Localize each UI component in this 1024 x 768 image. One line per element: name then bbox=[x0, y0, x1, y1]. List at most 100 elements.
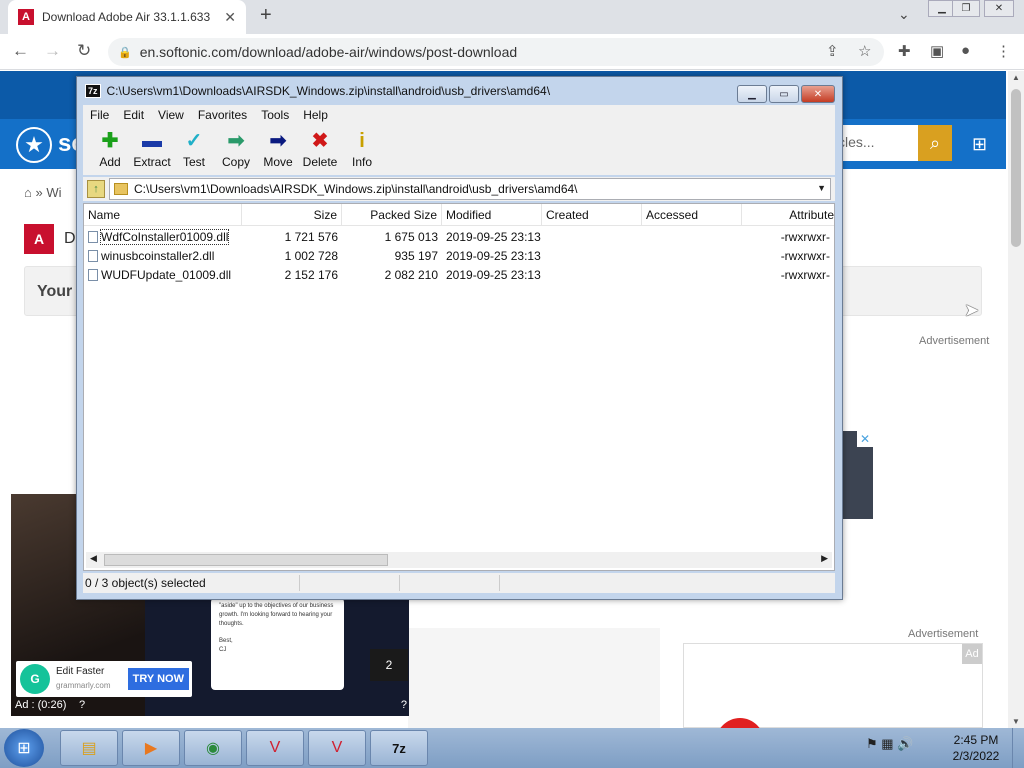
reload-icon[interactable]: ↻ bbox=[77, 41, 91, 61]
menu-tools[interactable]: Tools bbox=[254, 108, 296, 122]
system-tray[interactable]: ⚑ ▦ 🔊 bbox=[866, 736, 913, 752]
col-attribute[interactable]: Attribute bbox=[742, 204, 834, 226]
breadcrumb[interactable]: ⌂ » Wi bbox=[24, 185, 61, 200]
file-size: 2 152 176 bbox=[284, 268, 338, 282]
table-row[interactable]: winusbcoinstaller2.dll 1 002 728 935 197… bbox=[84, 247, 834, 266]
restore-button[interactable]: ❐ bbox=[952, 0, 980, 17]
scroll-down-icon[interactable]: ▼ bbox=[1012, 717, 1020, 726]
page-scrollbar[interactable]: ▲ ▼ bbox=[1008, 71, 1024, 728]
product-title: D bbox=[64, 230, 76, 247]
clock-time: 2:45 PM bbox=[953, 733, 999, 747]
bookmark-star-icon[interactable]: ☆ bbox=[858, 42, 871, 60]
network-icon[interactable]: ▦ bbox=[881, 736, 893, 751]
menu-view[interactable]: View bbox=[151, 108, 191, 122]
horizontal-scrollbar[interactable]: ◀ ▶ bbox=[86, 552, 832, 568]
vivaldi-taskbar-icon-2[interactable]: V bbox=[308, 730, 366, 766]
grammarly-banner[interactable]: G Edit Faster grammarly.com TRY NOW bbox=[16, 661, 192, 697]
add-icon: ✚ bbox=[101, 130, 119, 152]
7zip-address-bar: ↑ C:\Users\vm1\Downloads\AIRSDK_Windows.… bbox=[83, 177, 835, 201]
brand-domain: grammarly.com bbox=[56, 681, 111, 690]
info-button[interactable]: i Info bbox=[341, 125, 383, 175]
move-label: Move bbox=[263, 155, 293, 169]
chrome-taskbar-icon[interactable]: ◉ bbox=[184, 730, 242, 766]
new-tab-button[interactable]: + bbox=[260, 4, 272, 27]
start-button[interactable]: ⊞ bbox=[4, 729, 44, 767]
add-button[interactable]: ✚ Add bbox=[89, 125, 131, 175]
col-accessed[interactable]: Accessed bbox=[642, 204, 742, 226]
folder-up-icon[interactable]: ↑ bbox=[87, 180, 105, 198]
horizontal-scroll-thumb[interactable] bbox=[104, 554, 388, 566]
file-list[interactable]: Name Size Packed Size Modified Created A… bbox=[83, 203, 835, 571]
scroll-up-icon[interactable]: ▲ bbox=[1012, 73, 1020, 82]
col-modified[interactable]: Modified bbox=[442, 204, 542, 226]
col-created[interactable]: Created bbox=[542, 204, 642, 226]
scroll-left-icon[interactable]: ◀ bbox=[90, 553, 97, 564]
file-name-cell: WdfCoInstaller01009.dll bbox=[88, 228, 238, 247]
lock-icon[interactable]: 🔒 bbox=[118, 46, 132, 59]
7zip-titlebar[interactable]: 7z C:\Users\vm1\Downloads\AIRSDK_Windows… bbox=[77, 77, 842, 105]
7zip-maximize-button[interactable]: ▭ bbox=[769, 85, 799, 103]
menu-favorites[interactable]: Favorites bbox=[191, 108, 254, 122]
status-divider bbox=[399, 575, 400, 591]
7zip-taskbar-icon[interactable]: 7z bbox=[370, 730, 428, 766]
table-row[interactable]: WdfCoInstaller01009.dll 1 721 576 1 675 … bbox=[84, 228, 834, 247]
file-size: 1 721 576 bbox=[284, 230, 338, 244]
ad-banner[interactable] bbox=[683, 643, 983, 728]
path-dropdown-icon[interactable]: ▼ bbox=[817, 183, 826, 193]
show-desktop-button[interactable] bbox=[1012, 728, 1024, 768]
scroll-right-icon[interactable]: ▶ bbox=[821, 553, 828, 564]
extensions-icon[interactable]: ✚ bbox=[898, 42, 911, 60]
col-packed-size[interactable]: Packed Size bbox=[342, 204, 442, 226]
move-button[interactable]: ➡ Move bbox=[257, 125, 299, 175]
ad-info-icon[interactable]: ? bbox=[401, 699, 407, 711]
flag-icon[interactable]: ⚑ bbox=[866, 736, 878, 751]
browser-tab[interactable]: A Download Adobe Air 33.1.1.633 ✕ bbox=[8, 0, 246, 34]
test-button[interactable]: ✓ Test bbox=[173, 125, 215, 175]
7zip-app-icon: 7z bbox=[85, 84, 101, 98]
ad-image[interactable]: ✕ bbox=[840, 431, 873, 519]
home-icon[interactable]: ⌂ bbox=[24, 185, 32, 200]
site-search-input[interactable]: cles... bbox=[830, 125, 918, 161]
copy-button[interactable]: ➡ Copy bbox=[215, 125, 257, 175]
share-icon[interactable]: ⇪ bbox=[826, 42, 839, 60]
file-name: winusbcoinstaller2.dll bbox=[101, 249, 215, 263]
menu-help[interactable]: Help bbox=[296, 108, 335, 122]
back-arrow-icon[interactable]: ← bbox=[12, 41, 29, 61]
col-size[interactable]: Size bbox=[242, 204, 342, 226]
windows-icon[interactable]: ⊞ bbox=[972, 134, 987, 155]
try-now-button[interactable]: TRY NOW bbox=[127, 668, 189, 690]
sidepanel-icon[interactable]: ▣ bbox=[930, 42, 944, 60]
path-field[interactable]: C:\Users\vm1\Downloads\AIRSDK_Windows.zi… bbox=[109, 178, 831, 200]
menu-file[interactable]: File bbox=[83, 108, 116, 122]
clock[interactable]: 2:45 PM 2/3/2022 bbox=[946, 732, 1006, 764]
tab-search-chevron-icon[interactable]: ⌄ bbox=[898, 6, 910, 23]
status-bar: 0 / 3 object(s) selected bbox=[83, 573, 835, 593]
scroll-thumb[interactable] bbox=[1011, 89, 1021, 247]
url-text: en.softonic.com/download/adobe-air/windo… bbox=[139, 44, 518, 60]
softonic-logo-icon[interactable]: ★ bbox=[16, 127, 52, 163]
7zip-toolbar: ✚ Add ▬ Extract ✓ Test ➡ Copy ➡ Move ✖ Delete … bbox=[83, 125, 835, 175]
delete-button[interactable]: ✖ Delete bbox=[299, 125, 341, 175]
7zip-minimize-button[interactable]: ▁ bbox=[737, 85, 767, 103]
ad-close-icon[interactable]: ✕ bbox=[857, 431, 873, 447]
ad-help-icon[interactable]: ? bbox=[79, 699, 85, 711]
search-icon[interactable]: ⌕ bbox=[918, 125, 952, 161]
grammarly-text: Edit Faster grammarly.com bbox=[56, 665, 111, 693]
7zip-close-button[interactable]: ✕ bbox=[801, 85, 835, 103]
media-player-taskbar-icon[interactable]: ▶ bbox=[122, 730, 180, 766]
menu-edit[interactable]: Edit bbox=[116, 108, 151, 122]
address-bar[interactable]: 🔒 en.softonic.com/download/adobe-air/win… bbox=[108, 38, 884, 66]
forward-arrow-icon[interactable]: → bbox=[44, 41, 61, 61]
7zip-window[interactable]: 7z C:\Users\vm1\Downloads\AIRSDK_Windows… bbox=[76, 76, 843, 600]
extract-button[interactable]: ▬ Extract bbox=[131, 125, 173, 175]
volume-icon[interactable]: 🔊 bbox=[897, 736, 913, 751]
profile-icon[interactable]: ● bbox=[961, 42, 970, 59]
copy-arrow-icon: ➡ bbox=[227, 130, 245, 152]
menu-icon[interactable]: ⋮ bbox=[996, 42, 1011, 60]
close-button[interactable]: ✕ bbox=[984, 0, 1014, 17]
table-row[interactable]: WUDFUpdate_01009.dll 2 152 176 2 082 210… bbox=[84, 266, 834, 285]
vivaldi-taskbar-icon[interactable]: V bbox=[246, 730, 304, 766]
col-name[interactable]: Name bbox=[84, 204, 242, 226]
tab-close-icon[interactable]: ✕ bbox=[224, 9, 236, 26]
explorer-taskbar-icon[interactable]: ▤ bbox=[60, 730, 118, 766]
